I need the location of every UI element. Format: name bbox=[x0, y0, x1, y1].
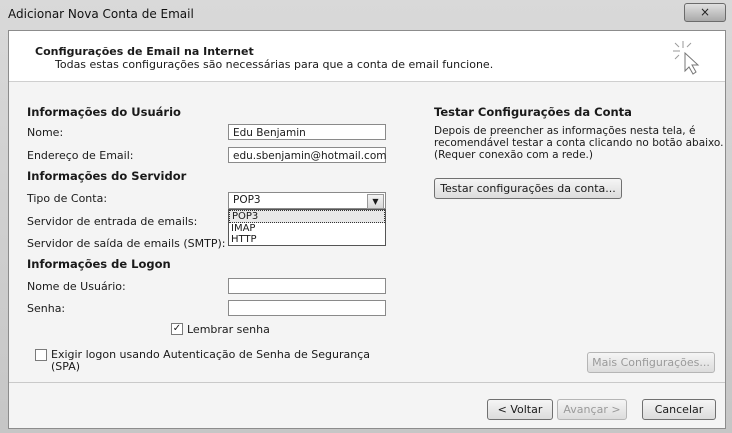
account-type-value: POP3 bbox=[233, 194, 261, 206]
email-input[interactable]: edu.sbenjamin@hotmail.com bbox=[228, 147, 386, 163]
test-account-button[interactable]: Testar configurações da conta... bbox=[434, 178, 622, 199]
name-input[interactable]: Edu Benjamin bbox=[228, 124, 386, 140]
close-button[interactable]: × bbox=[684, 3, 726, 22]
more-settings-button[interactable]: Mais Configurações... bbox=[587, 352, 715, 373]
test-description: Depois de preencher as informações nesta… bbox=[434, 125, 724, 161]
close-icon[interactable]: × bbox=[700, 5, 710, 19]
password-label: Senha: bbox=[27, 302, 66, 315]
spa-checkbox[interactable] bbox=[35, 349, 47, 361]
dialog-window: Adicionar Nova Conta de Email × Configur… bbox=[0, 0, 732, 433]
password-input[interactable] bbox=[228, 300, 386, 316]
user-info-heading: Informações do Usuário bbox=[27, 105, 181, 119]
wizard-header: Configurações de Email na Internet Todas… bbox=[9, 31, 725, 82]
name-label: Nome: bbox=[27, 126, 64, 139]
remember-password-checkbox[interactable]: ✓ bbox=[171, 323, 183, 335]
logon-info-heading: Informações de Logon bbox=[27, 257, 171, 271]
server-info-heading: Informações do Servidor bbox=[27, 169, 187, 183]
window-title: Adicionar Nova Conta de Email bbox=[8, 7, 194, 21]
next-button[interactable]: Avançar > bbox=[557, 399, 627, 420]
cancel-button[interactable]: Cancelar bbox=[642, 399, 716, 420]
dialog-client: Configurações de Email na Internet Todas… bbox=[8, 30, 726, 429]
test-settings-heading: Testar Configurações da Conta bbox=[434, 105, 632, 119]
account-type-dropdown: POP3 IMAP HTTP bbox=[228, 209, 386, 246]
option-pop3[interactable]: POP3 bbox=[229, 210, 385, 223]
header-title: Configurações de Email na Internet bbox=[35, 45, 254, 58]
account-type-select[interactable]: POP3 ▼ bbox=[228, 192, 386, 209]
header-subtitle: Todas estas configurações são necessária… bbox=[55, 58, 494, 71]
incoming-server-label: Servidor de entrada de emails: bbox=[27, 215, 198, 228]
username-input[interactable] bbox=[228, 278, 386, 294]
email-label: Endereço de Email: bbox=[27, 149, 134, 162]
footer-divider bbox=[9, 382, 725, 383]
spa-label-line2: (SPA) bbox=[51, 360, 81, 373]
outgoing-server-label: Servidor de saída de emails (SMTP): bbox=[27, 237, 226, 250]
account-type-label: Tipo de Conta: bbox=[27, 192, 108, 205]
username-label: Nome de Usuário: bbox=[27, 280, 126, 293]
remember-password-label[interactable]: Lembrar senha bbox=[187, 323, 270, 336]
back-button[interactable]: < Voltar bbox=[487, 399, 553, 420]
option-imap[interactable]: IMAP bbox=[229, 223, 385, 234]
spa-label[interactable]: Exigir logon usando Autenticação de Senh… bbox=[51, 348, 370, 361]
chevron-down-icon[interactable]: ▼ bbox=[367, 194, 384, 209]
option-http[interactable]: HTTP bbox=[229, 234, 385, 245]
cursor-click-icon bbox=[673, 41, 700, 75]
title-bar: Adicionar Nova Conta de Email × bbox=[0, 0, 732, 30]
